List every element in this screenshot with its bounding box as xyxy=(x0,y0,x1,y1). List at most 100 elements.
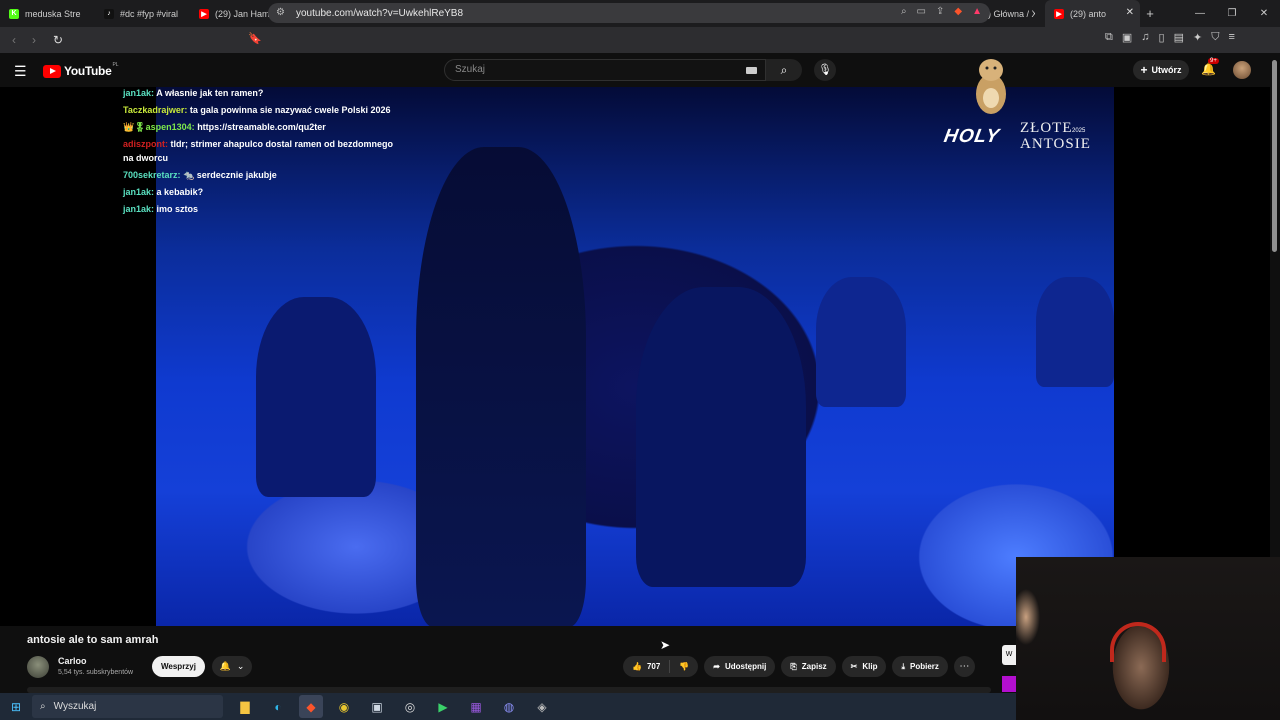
screenshot-icon[interactable]: ▣ xyxy=(1122,31,1132,44)
sidebar-icon[interactable]: ▯ xyxy=(1159,31,1165,44)
address-bar-row: ‹ › ↻ xyxy=(0,27,1280,53)
cast-icon[interactable]: ▭ xyxy=(917,6,926,17)
close-tab-icon[interactable]: ✕ xyxy=(1126,7,1134,18)
site-info-icon[interactable]: ⚙ xyxy=(276,7,285,18)
channel-avatar[interactable] xyxy=(27,656,49,678)
edge-icon[interactable]: ◐ xyxy=(266,695,290,718)
tab-favicon-icon: ♪ xyxy=(104,8,114,19)
taskbar-search-input[interactable]: ⌕ Wyszukaj xyxy=(32,695,223,718)
menu-icon[interactable]: ≡ xyxy=(1228,31,1234,44)
taskbar-search-placeholder: Wyszukaj xyxy=(53,701,97,712)
app-icon[interactable]: ▣ xyxy=(365,695,389,718)
browser-tab[interactable]: ▶ (29) anto ✕ xyxy=(1045,0,1140,27)
mouse-cursor-icon: ➤ xyxy=(660,638,671,652)
wallet-icon[interactable]: ▤ xyxy=(1174,31,1184,44)
bell-icon: 🔔 xyxy=(219,661,231,671)
tab-title: meduska Stre xyxy=(25,8,81,19)
share-button[interactable]: ➦ Udostępnij xyxy=(704,656,776,677)
close-window-button[interactable]: ✕ xyxy=(1248,0,1280,27)
youtube-play-icon xyxy=(43,64,61,78)
plus-icon: + xyxy=(1140,63,1148,77)
zoom-icon[interactable]: ⌕ xyxy=(901,6,907,17)
file-explorer-icon[interactable]: ▇ xyxy=(233,695,257,718)
app-icon[interactable]: ◈ xyxy=(530,695,554,718)
subscriber-count: 5,54 tys. subskrybentów xyxy=(58,669,134,676)
notifications-button[interactable]: 🔔 9+ xyxy=(1201,58,1219,76)
clip-button[interactable]: ✂ Klip xyxy=(841,656,887,677)
notification-settings-button[interactable]: 🔔 ⌄ xyxy=(212,656,252,677)
youtube-wordmark: YouTube xyxy=(64,64,112,78)
url-field[interactable]: ⚙ youtube.com/watch?v=UwkehlReYB8 ⌕ ▭ ⇪ … xyxy=(268,3,990,23)
logo-year: 2025 xyxy=(1072,128,1086,134)
window-controls: — ❐ ✕ xyxy=(1184,0,1280,27)
side-panel-thumbnail[interactable] xyxy=(1002,676,1016,692)
bookmark-icon[interactable]: 🔖 xyxy=(248,32,262,45)
like-count: 707 xyxy=(646,662,661,671)
new-tab-button[interactable]: + xyxy=(1140,6,1160,21)
brave-icon[interactable]: ◆ xyxy=(299,695,323,718)
more-actions-button[interactable]: ⋯ xyxy=(953,656,975,677)
url-actions: ⌕ ▭ ⇪ ◆ ▲ xyxy=(901,6,982,17)
chat-message: 👑🎖aspen1304: https://streamable.com/qu2t… xyxy=(123,120,403,134)
tab-favicon-icon: ▶ xyxy=(1054,8,1064,19)
share-icon: ➦ xyxy=(713,662,720,671)
chat-text: 🐀 serdecznie jakubje xyxy=(183,170,277,180)
discord-icon[interactable]: ◍ xyxy=(497,695,521,718)
thumbs-up-icon: 👍 xyxy=(632,662,642,671)
extensions-icon[interactable]: ⧉ xyxy=(1105,31,1113,44)
share-page-icon[interactable]: ⇪ xyxy=(936,6,944,17)
download-button[interactable]: ⤓ Pobierz xyxy=(892,656,948,677)
search-button[interactable]: ⌕ xyxy=(766,59,802,81)
leo-ai-icon[interactable]: ✦ xyxy=(1193,31,1202,44)
reload-icon[interactable]: ↻ xyxy=(48,33,68,47)
chevron-down-icon: ⌄ xyxy=(236,661,245,671)
chat-username: jan1ak: xyxy=(123,187,155,197)
bell-icon: 🔔 xyxy=(1201,62,1216,76)
chrome-icon[interactable]: ◉ xyxy=(332,695,356,718)
app-icon[interactable]: ▦ xyxy=(464,695,488,718)
youtube-logo[interactable]: YouTube PL xyxy=(43,62,119,78)
url-text: youtube.com/watch?v=UwkehlReYB8 xyxy=(296,7,464,19)
minimize-button[interactable]: — xyxy=(1184,0,1216,27)
extensions-bar: ⧉ ▣ ♫ ▯ ▤ ✦ ⛉ ≡ xyxy=(1105,31,1235,44)
brave-shield-icon[interactable]: ◆ xyxy=(954,6,962,17)
youtube-header: ☰ YouTube PL Szukaj ⌕ 🎙 + Utwórz 🔔 9+ xyxy=(0,53,1280,87)
bookmark-icon: ⎘ xyxy=(790,661,797,671)
brave-rewards-icon[interactable]: ▲ xyxy=(972,6,982,17)
restore-button[interactable]: ❐ xyxy=(1216,0,1248,27)
channel-name[interactable]: Carloo xyxy=(58,656,87,666)
tab-title: (29) anto xyxy=(1070,8,1107,19)
windows-start-icon[interactable]: ⊞ xyxy=(0,700,32,714)
guide-menu-icon[interactable]: ☰ xyxy=(14,63,27,80)
share-label: Udostępnij xyxy=(725,662,767,671)
voice-search-button[interactable]: 🎙 xyxy=(814,59,836,81)
chat-message: Taczkadrajwer: ta gala powinna sie nazyw… xyxy=(123,103,403,117)
search-input[interactable]: Szukaj xyxy=(444,59,766,81)
vpn-icon[interactable]: ⛉ xyxy=(1211,31,1219,44)
create-button[interactable]: + Utwórz xyxy=(1133,60,1189,80)
forward-button[interactable]: › xyxy=(24,33,44,47)
zlote-antosie-logo: ZŁOTE ANTOSIE xyxy=(1020,120,1091,152)
side-panel-tab[interactable]: W xyxy=(1002,645,1016,665)
save-button[interactable]: ⎘ Zapisz xyxy=(781,656,836,677)
support-button[interactable]: Wesprzyj xyxy=(152,656,205,677)
chat-username: 700sekretarz: xyxy=(123,170,181,180)
music-icon[interactable]: ♫ xyxy=(1141,31,1149,44)
video-title: antosie ale to sam amrah xyxy=(27,634,159,646)
account-avatar[interactable] xyxy=(1233,61,1251,79)
browser-tab[interactable]: Kmeduska Stre xyxy=(0,0,95,27)
dislike-button[interactable]: 👎 xyxy=(670,656,698,677)
obs-icon[interactable]: ◎ xyxy=(398,695,422,718)
chat-text: a kebabik? xyxy=(156,187,204,197)
browser-tab[interactable]: ♪ #dc #fyp #viral # xyxy=(95,0,190,27)
play-store-icon[interactable]: ▶ xyxy=(431,695,455,718)
like-button[interactable]: 👍 707 xyxy=(623,656,669,677)
speaker-silhouette xyxy=(416,147,586,626)
video-actions: 👍 707 👎 ➦ Udostępnij ⎘ Zapisz ✂ Klip ⤓ P… xyxy=(623,656,975,677)
back-button[interactable]: ‹ xyxy=(4,33,24,47)
keyboard-icon[interactable] xyxy=(746,67,757,74)
save-label: Zapisz xyxy=(801,662,827,671)
guest-silhouette xyxy=(816,277,906,407)
chat-username: adiszpont: xyxy=(123,139,168,149)
page-scrollbar[interactable] xyxy=(1272,60,1277,252)
